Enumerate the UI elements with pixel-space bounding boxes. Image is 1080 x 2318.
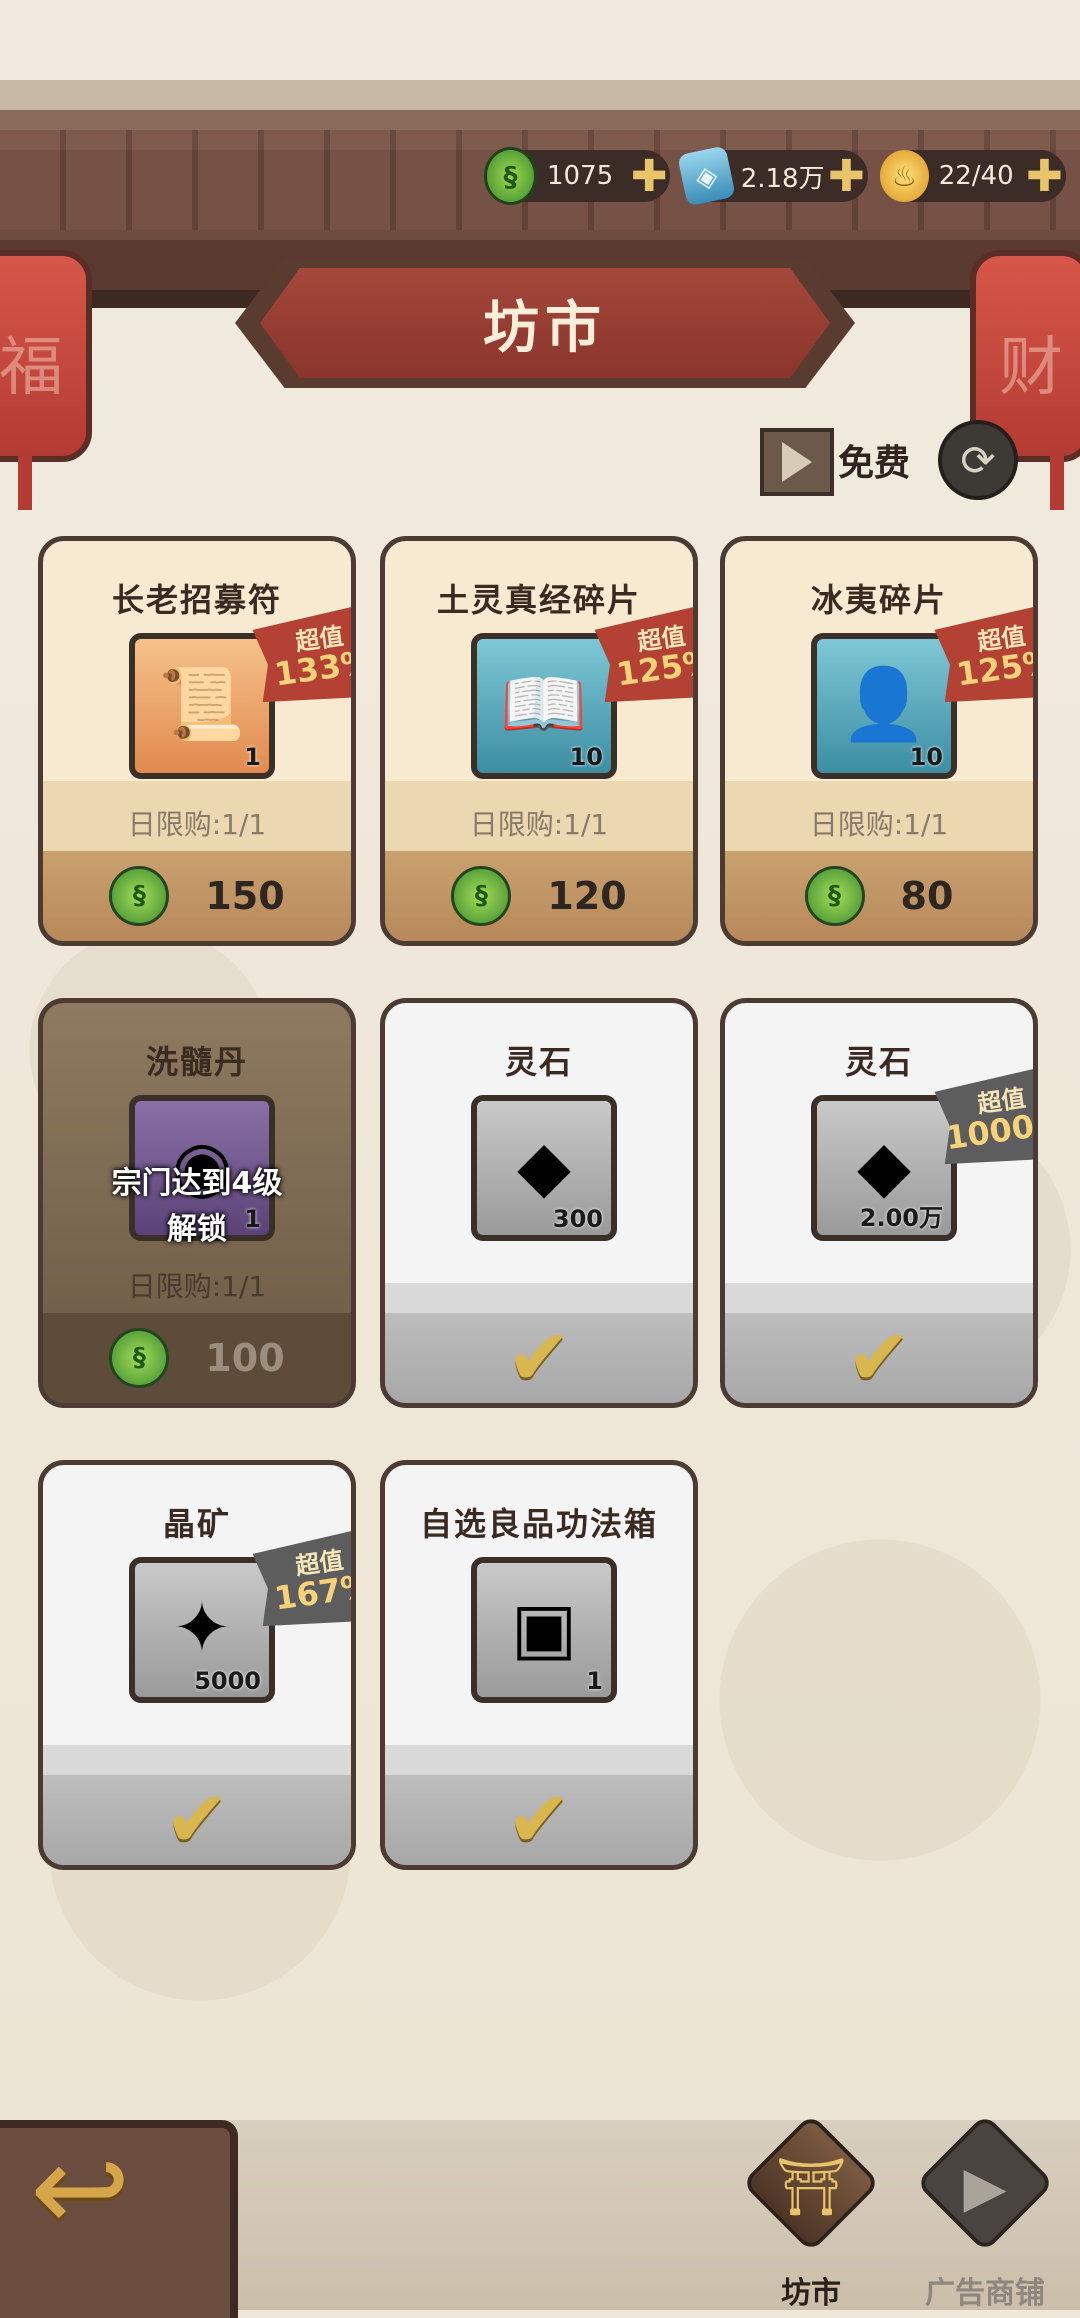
currency-value: 22/40: [938, 161, 1014, 191]
value-badge-percent: 125%: [613, 642, 698, 694]
card-footer: § 150: [43, 851, 351, 941]
item-icon: ▣: [510, 1587, 578, 1669]
item-slot: ✦ 5000: [129, 1557, 275, 1703]
lantern-tassel-left: [18, 450, 32, 510]
jade-coin-icon: §: [109, 866, 170, 926]
item-name: 自选良品功法箱: [419, 1505, 658, 1543]
item-slot: ◆ 2.00万: [811, 1095, 957, 1241]
add-gourd-button[interactable]: ✚: [1023, 151, 1066, 202]
item-slot: ▣ 1: [471, 1557, 617, 1703]
tab-ad-shop-label: 广告商铺: [925, 2276, 1045, 2311]
purchase-limit: 日限购:1/1: [127, 808, 267, 841]
item-price: 150: [205, 874, 285, 918]
item-name: 土灵真经碎片: [436, 581, 641, 619]
shop-item-card[interactable]: 自选良品功法箱 ▣ 1 ✔: [380, 1460, 698, 1870]
item-icon: 👤: [840, 662, 928, 745]
lantern-tassel-right: [1050, 450, 1064, 510]
purchase-limit: 日限购:1/1: [809, 808, 949, 841]
value-badge-percent: 1000%: [942, 1103, 1038, 1158]
shop-item-card[interactable]: 土灵真经碎片 📖 10 超值 125% 日限购:1/1 § 120: [380, 536, 698, 946]
value-badge-percent: 133%: [271, 642, 356, 694]
purchase-limit: 日限购:1/1: [469, 808, 609, 841]
item-slot: 👤 10: [811, 633, 957, 779]
item-name: 冰夷碎片: [810, 581, 947, 619]
lantern-left: 福: [0, 250, 92, 462]
add-jade-button[interactable]: ✚: [628, 151, 670, 202]
card-footer: § 120: [385, 851, 693, 941]
currency-jade: § 1075 ✚: [484, 147, 670, 205]
shop-item-card[interactable]: 洗髓丹 ◉ 1 日限购:1/1 § 100 宗门达到4级 解锁: [38, 998, 356, 1408]
spirit-stone-icon: ◈: [677, 145, 736, 207]
item-icon: ◆: [517, 1125, 571, 1207]
item-name: 晶矿: [162, 1505, 231, 1543]
shop-item-card[interactable]: 冰夷碎片 👤 10 超值 125% 日限购:1/1 § 80: [720, 536, 1038, 946]
card-footer: ✔: [43, 1775, 351, 1865]
tab-ad-shop[interactable]: ▶ 广告商铺: [910, 2113, 1060, 2311]
currency-value: 2.18万: [740, 163, 825, 194]
item-price: 120: [547, 874, 627, 918]
jade-coin-icon: §: [451, 866, 512, 926]
video-ad-icon: [760, 428, 834, 496]
jade-coin-icon: §: [109, 1328, 170, 1388]
currency-spirit-stone: ◈ 2.18万 ✚: [677, 145, 868, 207]
item-quantity: 5000: [194, 1667, 261, 1695]
item-slot: ◆ 300: [471, 1095, 617, 1241]
card-footer: ✔: [385, 1313, 693, 1403]
title-banner: 坊市: [260, 268, 830, 378]
item-price: 80: [900, 874, 954, 918]
purchase-limit: 日限购:1/1: [127, 1270, 267, 1303]
shop-item-card[interactable]: 灵石 ◆ 300 ✔: [380, 998, 698, 1408]
item-name: 灵石: [844, 1043, 913, 1081]
item-name: 洗髓丹: [145, 1043, 248, 1081]
item-quantity: 10: [569, 743, 603, 771]
card-footer: § 80: [725, 851, 1033, 941]
item-icon: ✦: [172, 1587, 232, 1669]
pagoda-icon: ⛩: [775, 2155, 847, 2220]
shop-item-card[interactable]: 晶矿 ✦ 5000 超值 167% ✔: [38, 1460, 356, 1870]
card-footer: ✔: [385, 1775, 693, 1865]
jade-coin-icon: §: [484, 147, 538, 205]
card-footer: § 100: [43, 1313, 351, 1403]
purchased-check-icon: ✔: [846, 1313, 912, 1403]
item-quantity: 10: [909, 743, 943, 771]
add-spirit-stone-button[interactable]: ✚: [825, 151, 868, 202]
purchased-check-icon: ✔: [506, 1313, 572, 1403]
currency-value: 1075: [547, 161, 614, 191]
tab-market[interactable]: ⛩ 坊市: [736, 2113, 886, 2311]
currency-gourd: ♨ 22/40 ✚: [880, 150, 1066, 202]
item-quantity: 1: [244, 743, 261, 771]
value-badge-percent: 125%: [953, 642, 1038, 694]
item-icon: 📖: [500, 662, 588, 745]
gourd-icon: ♨: [880, 150, 929, 202]
shop-item-card[interactable]: 灵石 ◆ 2.00万 超值 1000% ✔: [720, 998, 1038, 1408]
jade-coin-icon: §: [804, 866, 865, 926]
item-quantity: 300: [552, 1205, 603, 1233]
item-icon: 📜: [158, 662, 246, 745]
play-icon: ▶: [963, 2154, 1007, 2220]
back-button[interactable]: ↩: [30, 2130, 170, 2260]
purchased-check-icon: ✔: [506, 1775, 572, 1865]
free-label: 免费: [838, 443, 911, 484]
card-footer: ✔: [725, 1313, 1033, 1403]
page-title: 坊市: [483, 295, 607, 361]
refresh-button[interactable]: ⟳: [938, 420, 1018, 500]
item-quantity: 1: [586, 1667, 603, 1695]
tab-market-label: 坊市: [781, 2276, 841, 2311]
value-badge-percent: 167%: [271, 1566, 356, 1618]
shop-item-card[interactable]: 长老招募符 📜 1 超值 133% 日限购:1/1 § 150: [38, 536, 356, 946]
item-slot: 📖 10: [471, 633, 617, 779]
item-name: 灵石: [504, 1043, 573, 1081]
item-price: 100: [205, 1336, 285, 1380]
purchased-check-icon: ✔: [164, 1775, 230, 1865]
item-slot: 📜 1: [129, 633, 275, 779]
item-name: 长老招募符: [111, 581, 282, 619]
free-refresh-control: 免费 ⟳: [760, 420, 1018, 500]
unlock-requirement: 宗门达到4级 解锁: [111, 1166, 283, 1247]
item-quantity: 2.00万: [859, 1204, 943, 1232]
